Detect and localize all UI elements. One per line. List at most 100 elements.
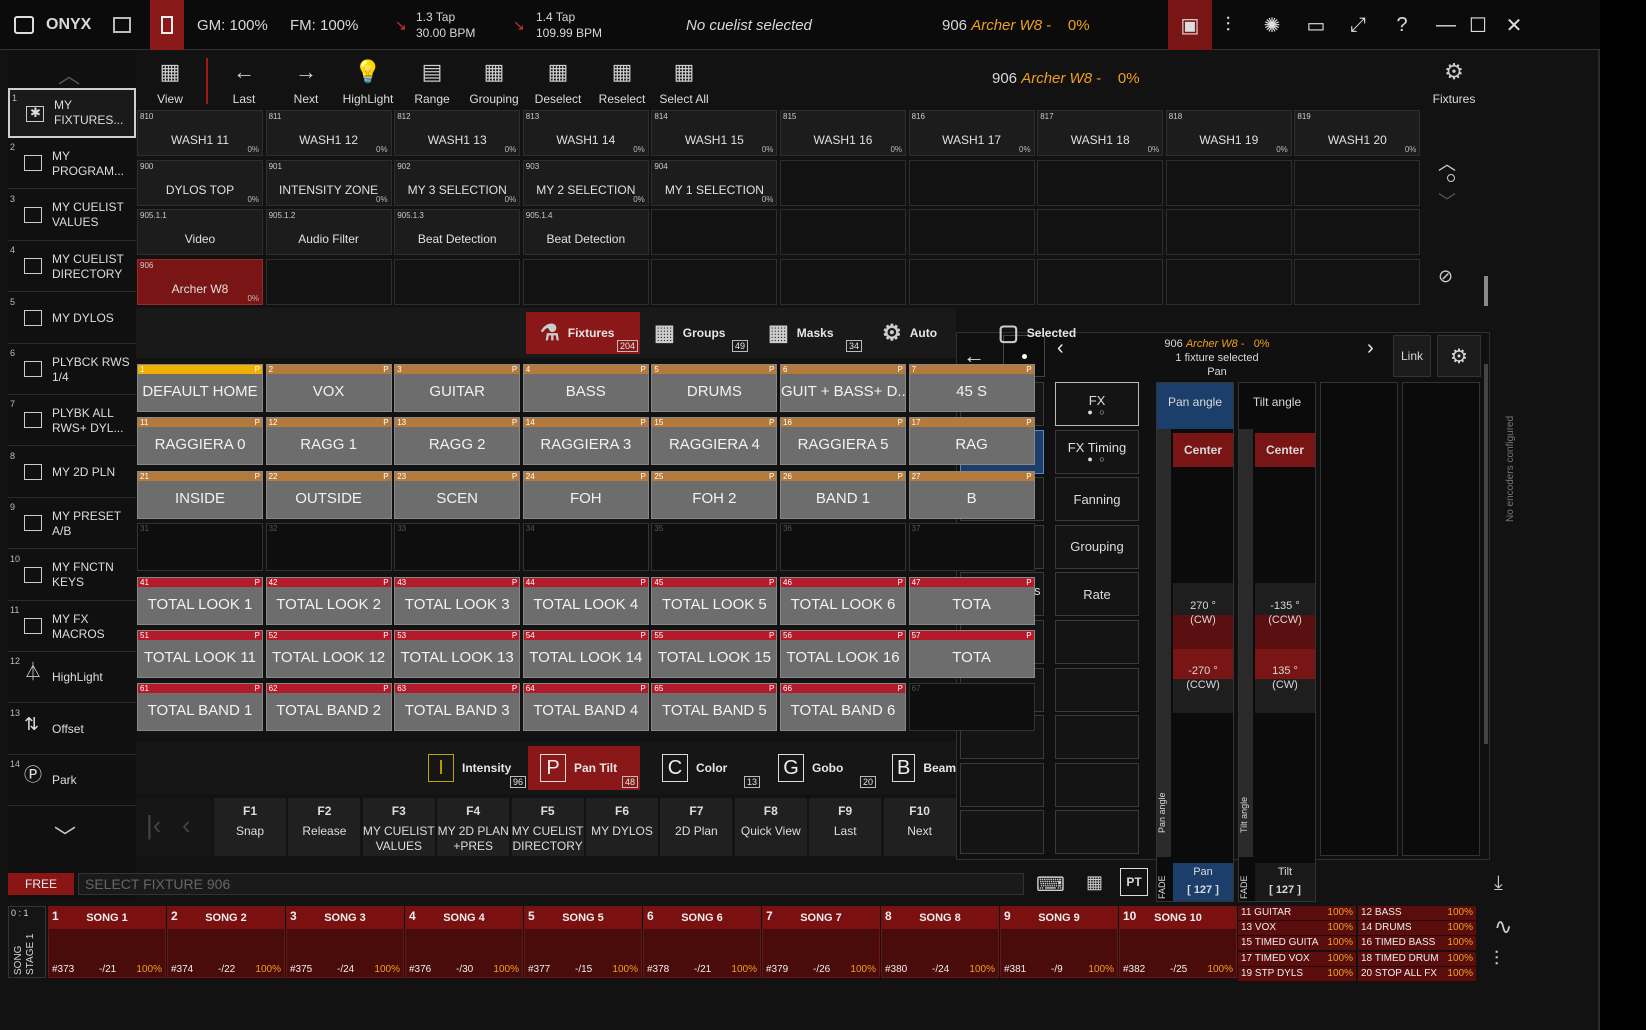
panel-btn-fx-timing[interactable]: FX Timing ● ○ — [1055, 429, 1139, 474]
sidebar-item[interactable]: 6 PLYBCK RWS 1/4 — [8, 345, 136, 395]
fixture-cell[interactable] — [1037, 159, 1164, 206]
toolbar-highlight-button[interactable]: 💡 HighLight — [336, 52, 400, 110]
chevron-down-icon[interactable]: ﹀ — [54, 820, 76, 852]
toolbar-next-button[interactable]: → Next — [274, 52, 338, 110]
faders-bottom-icon[interactable]: ⫶ — [1494, 948, 1499, 971]
fixture-cell[interactable]: 902 MY 3 SELECTION 0% — [394, 159, 521, 206]
fixture-cell[interactable] — [651, 209, 778, 256]
preset-cell[interactable]: 26 P BAND 1 — [780, 471, 906, 519]
preset-cell[interactable]: 12 P RAGG 1 — [265, 417, 392, 465]
fixture-cell[interactable] — [651, 258, 778, 305]
mini-playback[interactable]: 12 BASS 100% — [1358, 906, 1476, 921]
link-button[interactable]: Link — [1393, 335, 1431, 377]
sidebar-item[interactable]: 1 ✱ MY FIXTURES... — [8, 88, 136, 138]
preset-cell[interactable]: 47 P TOTA — [908, 577, 1035, 625]
song-playback[interactable]: 5 SONG 5 #377 -/15 100% — [524, 906, 642, 978]
pt-toggle[interactable]: PT — [1120, 868, 1148, 896]
preset-cell[interactable]: 66 P TOTAL BAND 6 — [780, 683, 906, 731]
preset-cell[interactable]: 21 P INSIDE — [137, 471, 263, 519]
fkey-f4[interactable]: F4 MY 2D PLAN +PRES — [437, 798, 510, 856]
preset-cell[interactable]: 56 P TOTAL LOOK 16 — [780, 630, 906, 678]
preset-cell[interactable]: 17 P RAG — [908, 417, 1035, 465]
preset-cell[interactable]: 41 P TOTAL LOOK 1 — [137, 577, 263, 625]
fixture-cell[interactable]: 901 INTENSITY ZONE 0% — [265, 159, 392, 206]
pan-title[interactable]: Pan angle — [1157, 383, 1233, 429]
fixture-cell[interactable]: 904 MY 1 SELECTION 0% — [651, 159, 778, 206]
fixture-cell[interactable]: 905.1.1 Video — [137, 209, 263, 256]
panel-gear-icon[interactable]: ⚙ — [1437, 335, 1481, 377]
fixture-cell[interactable]: 810 WASH1 11 0% — [137, 110, 263, 156]
fixture-cell[interactable] — [522, 258, 649, 305]
tab-groups[interactable]: ▦ Groups 49 — [640, 312, 750, 354]
preset-cell[interactable]: 35 — [651, 523, 778, 571]
fixture-cell[interactable] — [1037, 209, 1164, 256]
song-playback[interactable]: 8 SONG 8 #380 -/24 100% — [881, 906, 999, 978]
fixture-cell[interactable]: 815 WASH1 16 0% — [780, 110, 906, 156]
preset-cell[interactable]: 67 — [908, 683, 1035, 731]
preset-cell[interactable]: 3 P GUITAR — [394, 364, 521, 412]
mini-playback[interactable]: 16 TIMED BASS 100% — [1358, 936, 1476, 952]
scrollbar[interactable] — [1484, 276, 1488, 306]
expand-icon[interactable]: ⤢ — [1336, 0, 1380, 50]
fixture-cell[interactable]: 813 WASH1 14 0% — [522, 110, 649, 156]
fixture-cell[interactable] — [908, 258, 1035, 305]
blackout-button[interactable] — [150, 0, 184, 50]
preset-cell[interactable]: 45 P TOTAL LOOK 5 — [651, 577, 778, 625]
mini-playback[interactable]: 18 TIMED DRUM 100% — [1358, 951, 1476, 967]
preset-cell[interactable]: 61 P TOTAL BAND 1 — [137, 683, 263, 731]
fkey-f8[interactable]: F8 Quick View — [734, 798, 807, 856]
arrow-down-icon[interactable]: ⤓ — [1494, 872, 1503, 895]
preset-cell[interactable]: 36 — [780, 523, 906, 571]
preset-cell[interactable]: 7 P 45 S — [908, 364, 1035, 412]
fixture-cell[interactable] — [1165, 258, 1292, 305]
command-line-input[interactable]: SELECT FIXTURE 906 — [78, 873, 1024, 895]
scroll-up-icon[interactable]: ︿ — [1438, 150, 1456, 176]
sidebar-item[interactable]: 4 MY CUELIST DIRECTORY — [8, 242, 136, 293]
toolbar-grouping-button[interactable]: ▦ Grouping — [462, 52, 526, 110]
sidebar-item[interactable]: 3 MY CUELIST VALUES — [8, 191, 136, 241]
fkey-f6[interactable]: F6 MY DYLOS — [586, 798, 658, 856]
fixture-cell[interactable] — [394, 258, 521, 305]
preset-cell[interactable]: 53 P TOTAL LOOK 13 — [394, 630, 521, 678]
sidebar-item[interactable]: 13 ⇅ Offset — [8, 705, 136, 755]
mini-playback[interactable]: 13 VOX 100% — [1238, 921, 1356, 937]
mini-playback[interactable]: 15 TIMED GUITA 100% — [1238, 936, 1356, 952]
fixture-cell[interactable]: 905.1.4 Beat Detection — [522, 209, 649, 256]
sidebar-item[interactable]: 2 MY PROGRAM... — [8, 139, 136, 190]
fixture-cell[interactable]: 814 WASH1 15 0% — [651, 110, 778, 156]
mini-playback[interactable]: 19 STP DYLS 100% — [1238, 966, 1356, 982]
page-label[interactable]: 0 : 1 SONG STAGE 1 — [8, 906, 46, 978]
fixture-cell[interactable] — [1294, 209, 1421, 256]
sidebar-item[interactable]: 14 Ⓟ Park — [8, 756, 136, 807]
panel-scrollbar[interactable] — [1484, 364, 1488, 744]
song-playback[interactable]: 10 SONG 10 #382 -/25 100% — [1119, 906, 1237, 978]
panel-btn-fanning[interactable]: Fanning — [1055, 477, 1139, 522]
preset-cell[interactable]: 2 P VOX — [265, 364, 392, 412]
preset-cell[interactable]: 63 P TOTAL BAND 3 — [394, 683, 521, 731]
toolbar-range-button[interactable]: ▤ Range — [400, 52, 464, 110]
keyboard-icon[interactable]: ⌨ — [1036, 872, 1065, 897]
tap1[interactable]: 1.3 Tap 30.00 BPM — [416, 0, 475, 50]
keypad-icon[interactable]: ▦ — [1086, 872, 1103, 893]
song-playback[interactable]: 9 SONG 9 #381 -/9 100% — [1000, 906, 1118, 978]
fixture-cell[interactable] — [1165, 159, 1292, 206]
preset-cell[interactable]: 16 P RAGGIERA 5 — [780, 417, 906, 465]
preset-cell[interactable]: 37 — [908, 523, 1035, 571]
fixture-cell[interactable]: 817 WASH1 18 0% — [1037, 110, 1164, 156]
song-playback[interactable]: 6 SONG 6 #378 -/21 100% — [643, 906, 761, 978]
preset-cell[interactable]: 54 P TOTAL LOOK 14 — [522, 630, 649, 678]
fixture-cell[interactable]: 812 WASH1 13 0% — [394, 110, 521, 156]
attr-tab-beam[interactable]: B Beam — [880, 746, 956, 790]
fkey-f1[interactable]: F1 Snap — [214, 798, 286, 856]
fixture-cell[interactable] — [265, 258, 392, 305]
fixture-cell[interactable]: 905.1.2 Audio Filter — [265, 209, 392, 256]
preset-cell[interactable]: 27 P B — [908, 471, 1035, 519]
grand-master[interactable]: GM: 100% — [197, 0, 268, 50]
panel-btn-grouping[interactable]: Grouping — [1055, 524, 1139, 569]
attr-tab-gobo[interactable]: G Gobo 20 — [766, 746, 878, 790]
fkey-f9[interactable]: F9 Last — [809, 798, 882, 856]
preset-cell[interactable]: 33 — [394, 523, 521, 571]
song-playback[interactable]: 3 SONG 3 #375 -/24 100% — [286, 906, 404, 978]
fixture-cell[interactable] — [780, 209, 906, 256]
sidebar-item[interactable]: 5 MY DYLOS — [8, 294, 136, 344]
